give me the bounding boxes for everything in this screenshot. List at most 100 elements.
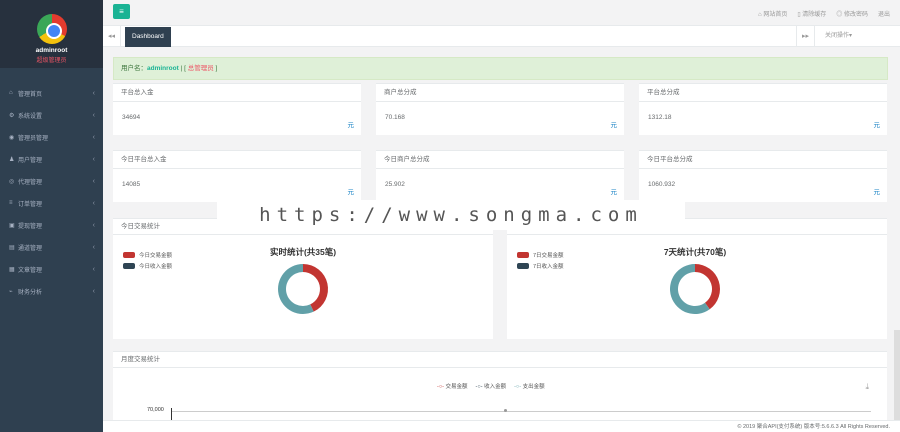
stat-card-platform-share: 平台总分成 1312.18 元 xyxy=(639,83,887,135)
donut-slice[interactable] xyxy=(303,264,328,312)
donut-title: 7天统计(共70笔) xyxy=(663,247,727,257)
data-point xyxy=(504,409,507,412)
card-unit: 元 xyxy=(347,122,355,129)
pie-legend: 7日交易金额 7日收入金额 xyxy=(517,249,564,271)
card-unit: 元 xyxy=(873,122,881,129)
alert-prefix: 用户名： xyxy=(121,65,147,72)
alert-role-link[interactable]: 总管理员 xyxy=(188,65,214,72)
close-tabs-button[interactable]: 关闭操作▾ xyxy=(814,26,900,47)
chevron-left-icon: ‹ xyxy=(92,89,95,97)
list-icon: ≡ xyxy=(9,200,13,206)
legend-label: 今日收入金额 xyxy=(139,263,173,270)
chevron-left-icon: ‹ xyxy=(92,133,95,141)
card-title: 今日平台总分成 xyxy=(639,151,887,169)
legend-item[interactable]: 今日交易金额 xyxy=(123,249,172,260)
user-name[interactable]: adminroot xyxy=(0,47,103,54)
sidebar-item-7[interactable]: ▤ 通道管理 ‹ xyxy=(0,236,103,258)
sidebar-item-5[interactable]: ≡ 订单管理 ‹ xyxy=(0,192,103,214)
sidebar-item-9[interactable]: ⌁ 财务分析 ‹ xyxy=(0,280,103,302)
legend-item[interactable]: 7日收入金额 xyxy=(517,260,564,271)
top-links: ⌂ 网站首页 ▯ 清除缓存 ◎ 修改密码 退出 xyxy=(758,9,890,18)
scrollbar[interactable] xyxy=(894,330,900,420)
chevron-left-icon: ‹ xyxy=(92,155,95,163)
avatar[interactable] xyxy=(36,14,67,44)
sidebar-item-2[interactable]: ◉ 管理员管理 ‹ xyxy=(0,126,103,148)
legend-swatch xyxy=(123,251,135,258)
legend-item[interactable]: 7日交易金额 xyxy=(517,249,564,260)
home-link[interactable]: ⌂ 网站首页 xyxy=(758,9,787,18)
card-title: 今日平台总入金 xyxy=(113,151,361,169)
sidebar-menu: ⌂ 管理首页 ‹ ⚙ 系统设置 ‹ ◉ 管理员管理 ‹ ♟ 用户管理 ‹ ◎ 代理管理 ‹ ≡ 订单管理 ‹ ▣ 提现… xyxy=(0,82,103,302)
legend-item[interactable]: -○- 交易金额 xyxy=(437,382,468,390)
tab-bar: ◂◂ Dashboard ▸▸ 关闭操作▾ xyxy=(103,26,900,47)
chevron-left-icon: ‹ xyxy=(92,265,95,273)
profile-block: adminroot 超级管理员 xyxy=(0,0,103,68)
alert-username: adminroot xyxy=(147,65,179,72)
card-value: 70.168 xyxy=(385,114,405,121)
sidebar-item-label: 提现管理 xyxy=(18,223,43,230)
file-icon: ▦ xyxy=(9,266,15,273)
channel-icon: ▤ xyxy=(9,244,15,251)
donut-title: 实时统计(共35笔) xyxy=(269,247,337,257)
menu-toggle-icon[interactable]: ≡ xyxy=(113,4,130,19)
donut-slice[interactable] xyxy=(695,264,720,310)
stat-card-today-platform-share: 今日平台总分成 1060.932 元 xyxy=(639,150,887,202)
sidebar-item-0[interactable]: ⌂ 管理首页 ‹ xyxy=(0,82,103,104)
sidebar-item-label: 管理员管理 xyxy=(18,135,49,142)
card-title: 平台总分成 xyxy=(639,84,887,102)
tab-prev-icon[interactable]: ◂◂ xyxy=(103,26,121,47)
grid-line xyxy=(171,411,871,412)
top-navbar: ≡ ⌂ 网站首页 ▯ 清除缓存 ◎ 修改密码 退出 xyxy=(103,0,900,26)
eye-icon: ◎ xyxy=(9,178,15,185)
y-tick-label: 70,000 xyxy=(147,407,164,413)
logout-link[interactable]: 退出 xyxy=(878,9,890,18)
card-unit: 元 xyxy=(610,189,618,196)
sidebar-item-label: 文章管理 xyxy=(18,267,43,274)
card-value: 1060.932 xyxy=(648,181,676,188)
sidebar: adminroot 超级管理员 ⌂ 管理首页 ‹ ⚙ 系统设置 ‹ ◉ 管理员管理 ‹ ♟ 用户管理… xyxy=(0,0,103,432)
sidebar-item-label: 代理管理 xyxy=(18,179,43,186)
change-password-link[interactable]: ◎ 修改密码 xyxy=(836,9,868,18)
stat-card-merchant-total: 商户总分成 70.168 元 xyxy=(376,83,624,135)
chevron-left-icon: ‹ xyxy=(92,199,95,207)
legend-swatch xyxy=(123,262,135,269)
sidebar-item-label: 用户管理 xyxy=(18,157,43,164)
today-donut-chart[interactable] xyxy=(273,259,333,319)
lock-icon: ▣ xyxy=(9,222,15,229)
sidebar-item-1[interactable]: ⚙ 系统设置 ‹ xyxy=(0,104,103,126)
chevron-left-icon: ‹ xyxy=(92,287,95,295)
sidebar-item-label: 通道管理 xyxy=(18,245,43,252)
download-icon[interactable]: ⤓ xyxy=(865,382,869,392)
main-content: 用户名：adminroot | [ 总管理员 ] 平台总入金 34694 元 商… xyxy=(103,47,900,432)
legend-label: 今日交易金额 xyxy=(139,252,173,259)
legend-item[interactable]: -○- 收入金额 xyxy=(476,382,507,390)
clear-cache-link[interactable]: ▯ 清除缓存 xyxy=(797,9,826,18)
footer: © 2019 聚合API(支付系统) 版本号:5.6.6.3 All Right… xyxy=(103,420,900,432)
chevron-left-icon: ‹ xyxy=(92,177,95,185)
card-value: 25.902 xyxy=(385,181,405,188)
sidebar-item-8[interactable]: ▦ 文章管理 ‹ xyxy=(0,258,103,280)
sidebar-item-6[interactable]: ▣ 提现管理 ‹ xyxy=(0,214,103,236)
pie-legend: 今日交易金额 今日收入金额 xyxy=(123,249,172,271)
card-title: 今日商户总分成 xyxy=(376,151,624,169)
legend-item[interactable]: -○- 支出金额 xyxy=(514,382,545,390)
sidebar-item-label: 系统设置 xyxy=(18,113,43,120)
sidebar-item-4[interactable]: ◎ 代理管理 ‹ xyxy=(0,170,103,192)
card-value: 34694 xyxy=(122,114,141,121)
legend-item[interactable]: 今日收入金额 xyxy=(123,260,172,271)
tab-next-icon[interactable]: ▸▸ xyxy=(796,26,814,47)
panel-title: 月度交易统计 xyxy=(113,352,887,368)
sidebar-item-label: 订单管理 xyxy=(18,201,43,208)
tab-dashboard[interactable]: Dashboard xyxy=(125,27,171,47)
sidebar-item-label: 财务分析 xyxy=(18,289,43,296)
card-value: 1312.18 xyxy=(648,114,672,121)
sidebar-item-label: 管理首页 xyxy=(18,91,43,98)
legend-swatch xyxy=(517,251,529,258)
card-title: 平台总入金 xyxy=(113,84,361,102)
chevron-left-icon: ‹ xyxy=(92,221,95,229)
week-donut-chart[interactable] xyxy=(665,259,725,319)
alert-sep-open: | [ xyxy=(178,65,188,72)
sidebar-item-3[interactable]: ♟ 用户管理 ‹ xyxy=(0,148,103,170)
watermark: https://www.songma.com xyxy=(217,200,685,230)
today-stats-panel: 今日交易统计 今日交易金额 今日收入金额 实时统计(共35笔) xyxy=(113,218,493,339)
